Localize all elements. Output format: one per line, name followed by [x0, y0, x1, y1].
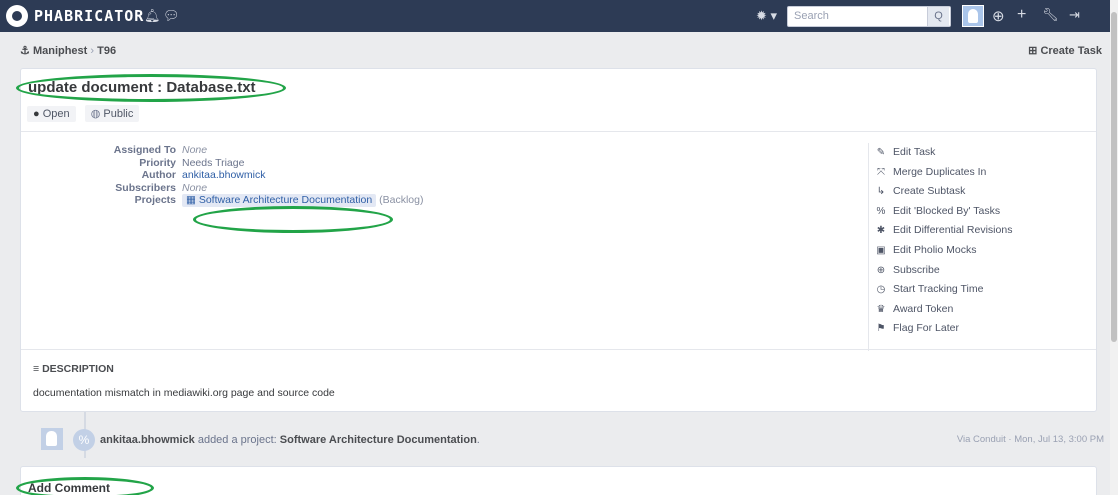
- task-panel: update document : Database.txt ● Open ◍ …: [20, 68, 1097, 412]
- page-scrollbar[interactable]: [1110, 0, 1118, 495]
- property-label: Projects: [134, 194, 176, 207]
- action-edit-task[interactable]: ✎ Edit Task: [875, 143, 1012, 163]
- action-create-subtask[interactable]: ↳ Create Subtask: [875, 182, 1012, 202]
- visibility-label: Public: [103, 108, 134, 120]
- breadcrumb-path: ⚓︎ Maniphest › T96: [20, 44, 116, 57]
- timeline-user[interactable]: ankitaa.bhowmick: [100, 434, 195, 446]
- property-label: Author: [141, 169, 176, 182]
- image-icon: ▣: [876, 244, 886, 256]
- divider: [21, 349, 1096, 350]
- phabricator-logo-icon[interactable]: [6, 5, 28, 27]
- property-label: Assigned To: [113, 144, 176, 156]
- timeline-event: ankitaa.bhowmick added a project: Softwa…: [100, 434, 480, 446]
- brand-name[interactable]: PHABRICATOR: [34, 7, 144, 25]
- action-flag-later[interactable]: ⚑ Flag For Later: [875, 319, 1012, 339]
- annotation-ellipse-title: [16, 74, 286, 102]
- action-label: Subscribe: [893, 263, 940, 276]
- timeline-project[interactable]: Software Architecture Documentation: [280, 434, 477, 446]
- property-value: Needs Triage: [182, 156, 245, 169]
- search-button[interactable]: Q: [927, 7, 949, 26]
- action-label: Flag For Later: [893, 322, 959, 335]
- plus-icon[interactable]: +: [1017, 6, 1026, 24]
- annotation-ellipse-project: [193, 206, 393, 233]
- project-column[interactable]: (Backlog): [379, 194, 423, 206]
- action-list: ✎ Edit Task ⤧ Merge Duplicates In ↳ Create …: [868, 143, 1012, 351]
- user-avatar[interactable]: [41, 428, 63, 450]
- plus-square-icon: ⊞: [1028, 45, 1038, 57]
- help-icon[interactable]: ⊕: [992, 7, 1005, 25]
- globe-icon: ◍: [90, 108, 101, 120]
- info-icon: ●: [33, 108, 40, 120]
- property-label: Priority: [139, 156, 176, 169]
- action-merge-duplicates[interactable]: ⤧ Merge Duplicates In: [875, 163, 1012, 183]
- project-tag[interactable]: ▦ Software Architecture Documentation: [182, 194, 377, 207]
- briefcase-icon: ▦: [186, 194, 196, 207]
- property-label: Subscribers: [115, 181, 176, 194]
- project-name: Software Architecture Documentation: [198, 194, 373, 207]
- link-icon: %: [876, 205, 886, 217]
- action-label: Edit Differential Revisions: [893, 224, 1013, 237]
- action-label: Award Token: [893, 302, 954, 315]
- create-task-button[interactable]: ⊞ Create Task: [1028, 44, 1102, 57]
- clock-icon: ◷: [876, 284, 886, 296]
- logout-icon[interactable]: ⇥: [1069, 7, 1080, 23]
- breadcrumb-maniphest[interactable]: Maniphest: [33, 45, 87, 57]
- pencil-icon: ✎: [876, 147, 886, 158]
- action-edit-differential[interactable]: ✱ Edit Differential Revisions: [875, 221, 1013, 241]
- wrench-icon[interactable]: 🔧︎: [1042, 7, 1059, 23]
- gear-icon: ✱: [876, 225, 886, 237]
- property-value: None: [182, 144, 208, 156]
- anchor-icon: ⚓︎: [20, 45, 30, 57]
- description-body: documentation mismatch in mediawiki.org …: [33, 387, 335, 399]
- create-task-label: Create Task: [1040, 45, 1102, 57]
- action-label: Create Subtask: [893, 185, 966, 198]
- action-label: Merge Duplicates In: [893, 165, 987, 178]
- action-label: Edit 'Blocked By' Tasks: [893, 204, 1001, 217]
- gear-icon[interactable]: ✹ ▾: [756, 8, 777, 24]
- action-edit-blocked-by[interactable]: % Edit 'Blocked By' Tasks: [875, 202, 1012, 222]
- trophy-icon: ♛: [876, 303, 886, 315]
- visibility-badge[interactable]: ◍ Public: [84, 105, 140, 122]
- action-subscribe[interactable]: ⊕ Subscribe: [875, 261, 1012, 281]
- action-start-tracking[interactable]: ◷ Start Tracking Time: [875, 280, 1012, 300]
- breadcrumb-separator: ›: [90, 45, 95, 57]
- action-label: Start Tracking Time: [893, 283, 984, 296]
- merge-icon: ⤧: [877, 166, 885, 178]
- action-award-token[interactable]: ♛ Award Token: [875, 300, 1012, 320]
- breadcrumb-task[interactable]: T96: [97, 45, 116, 57]
- link-icon: %: [73, 429, 95, 451]
- status-label: Open: [42, 108, 70, 120]
- scrollbar-thumb[interactable]: [1111, 12, 1117, 342]
- plus-circle-icon: ⊕: [876, 264, 886, 276]
- status-badge: ● Open: [27, 106, 76, 122]
- top-bar: PHABRICATOR 🔔︎ 💬︎ ✹ ▾ Search Q ⊕ + 🔧︎ ⇥: [0, 0, 1110, 32]
- description-label: DESCRIPTION: [42, 363, 114, 375]
- action-label: Edit Pholio Mocks: [893, 243, 977, 256]
- comment-panel: Add Comment: [20, 466, 1097, 495]
- align-left-icon: ≡: [33, 363, 40, 375]
- subtask-icon: ↳: [876, 186, 886, 198]
- annotation-ellipse-comment: [16, 477, 154, 495]
- chat-icon[interactable]: 💬︎: [163, 8, 180, 24]
- timeline-period: .: [476, 434, 480, 446]
- action-edit-pholio[interactable]: ▣ Edit Pholio Mocks: [875, 241, 1012, 261]
- timeline-action: added a project:: [197, 434, 277, 446]
- description-heading: ≡ DESCRIPTION: [33, 363, 114, 375]
- timeline-meta[interactable]: Via Conduit · Mon, Jul 13, 3:00 PM: [957, 434, 1104, 445]
- property-value: None: [182, 181, 208, 194]
- bell-icon[interactable]: 🔔︎: [144, 8, 161, 24]
- flag-icon: ⚑: [876, 323, 886, 335]
- avatar-icon[interactable]: [962, 5, 984, 27]
- task-status-pills: ● Open ◍ Public: [27, 105, 145, 122]
- breadcrumb: ⚓︎ Maniphest › T96 ⊞ Create Task: [0, 32, 1110, 68]
- action-label: Edit Task: [893, 146, 936, 158]
- divider: [21, 131, 1096, 132]
- author-link[interactable]: ankitaa.bhowmick: [182, 169, 265, 182]
